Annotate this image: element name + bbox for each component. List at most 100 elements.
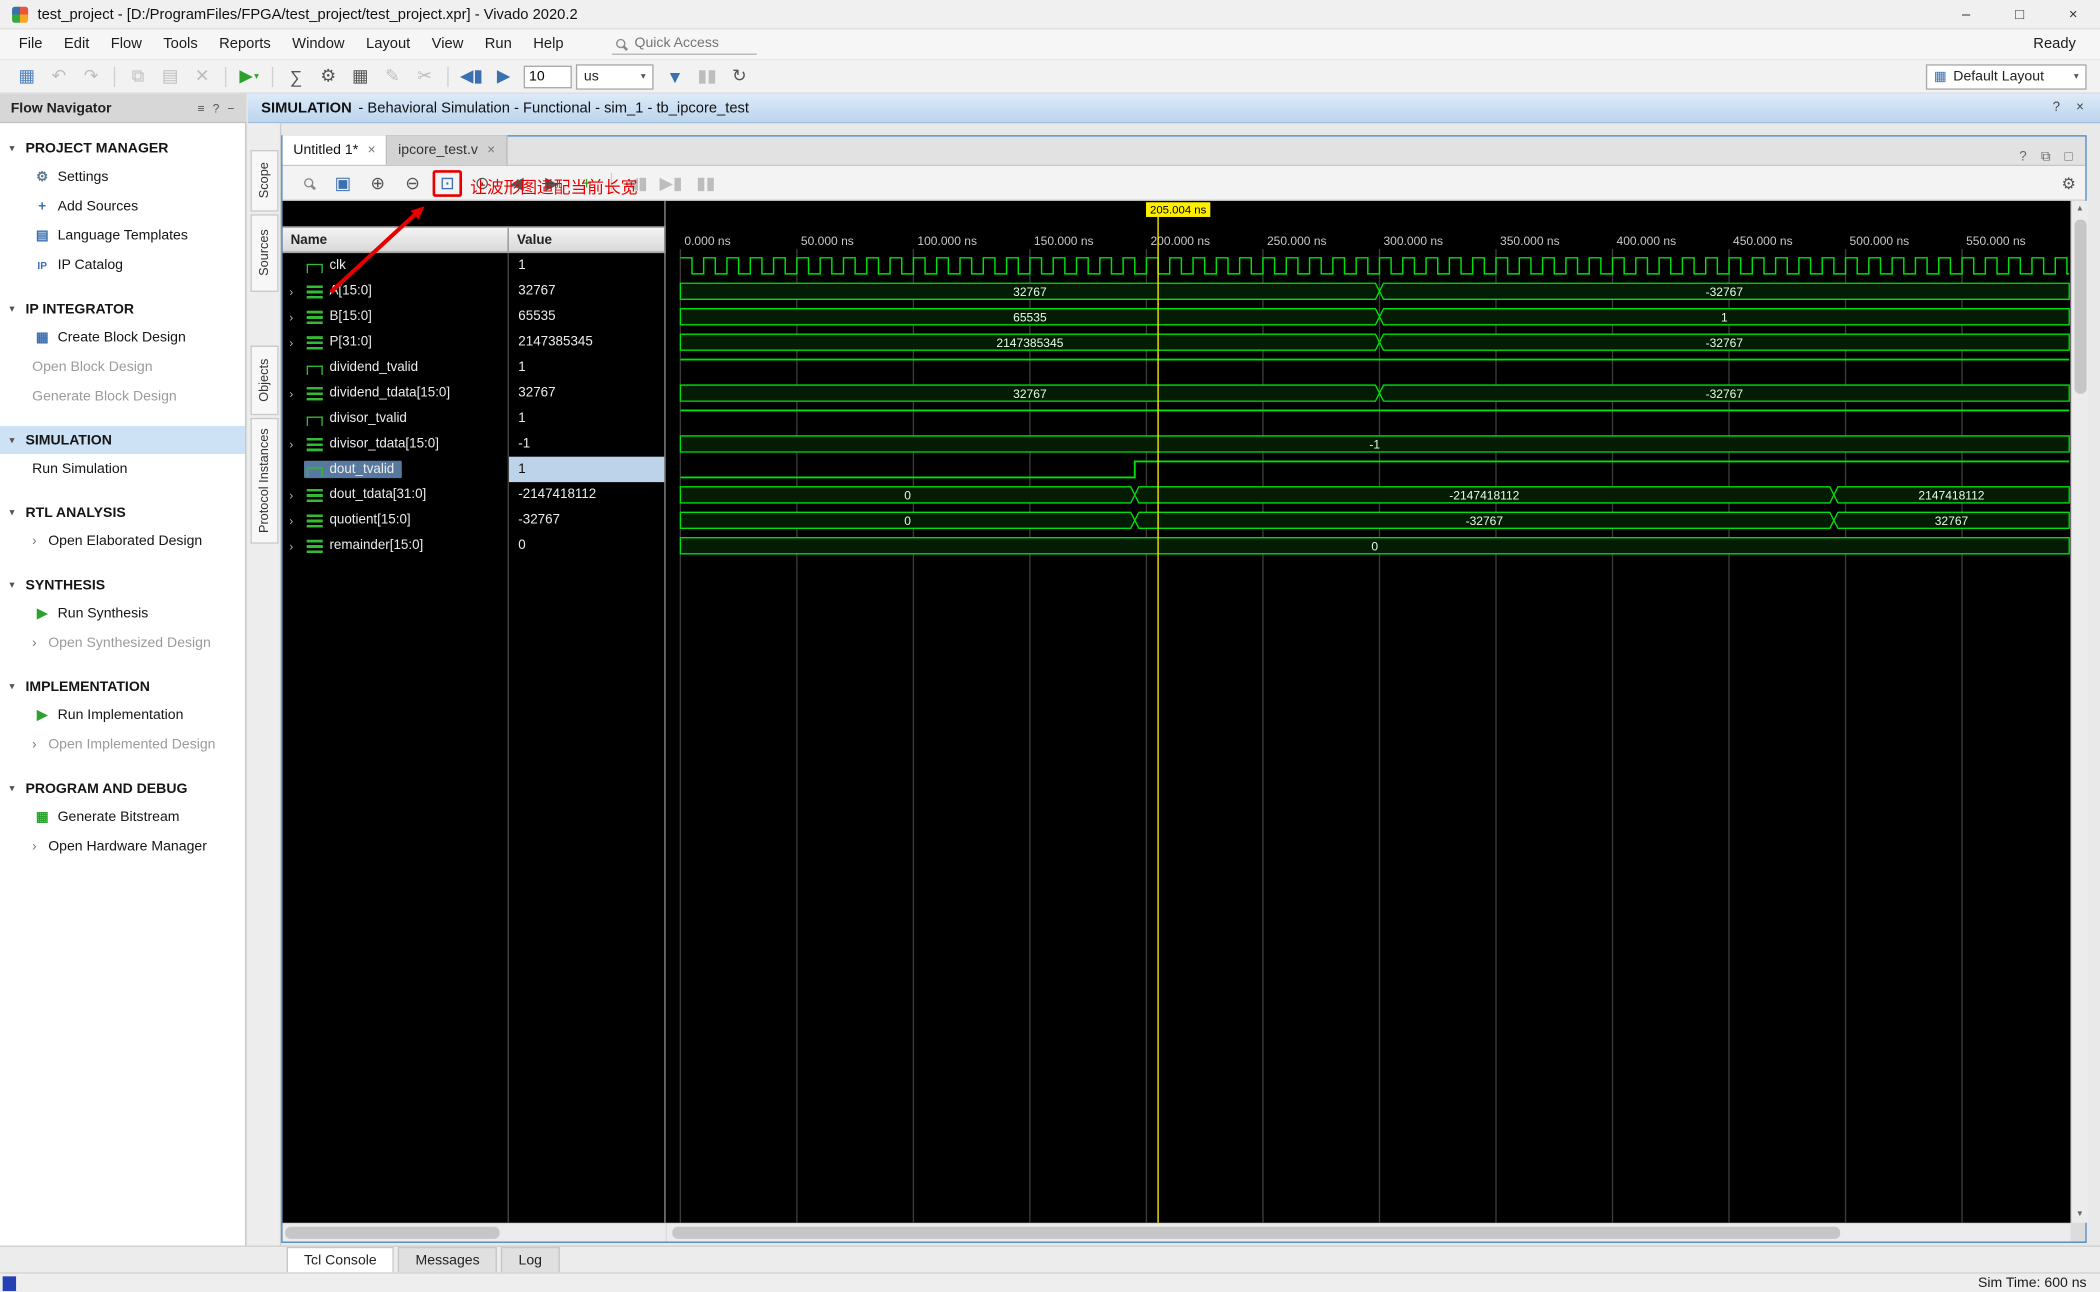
flow-section-program-and-debug[interactable]: ▾ PROGRAM AND DEBUG (0, 774, 245, 802)
menu-item-flow[interactable]: Flow (100, 32, 153, 56)
signal-row-dout-tvalid[interactable]: dout_tvalid (283, 457, 508, 482)
flow-item-settings[interactable]: ⚙ Settings (0, 162, 245, 191)
quick-access-input[interactable] (631, 33, 745, 53)
run-button[interactable]: ▶ ▾ (236, 63, 263, 90)
zoom-out-icon[interactable]: ⊖ (398, 169, 427, 196)
minimize-button[interactable]: – (1939, 0, 1993, 29)
maximize-icon[interactable]: □ (2057, 150, 2080, 165)
editor-tab-untitled-1[interactable]: Untitled 1* × (282, 135, 388, 165)
signal-row-dividend-tdata-15-0[interactable]: › dividend_tdata[15:0] (283, 380, 508, 405)
run-all-icon[interactable]: ▶ (490, 63, 517, 90)
runtime-unit-select[interactable]: us ▾ (575, 63, 654, 90)
zoom-fit-icon[interactable]: ⊡ (432, 169, 463, 197)
expander-icon[interactable]: › (289, 539, 304, 552)
menu-item-edit[interactable]: Edit (53, 32, 100, 56)
expander-icon[interactable]: › (289, 285, 304, 298)
flow-item-generate-bitstream[interactable]: ▦ Generate Bitstream (0, 802, 245, 831)
flow-item-add-sources[interactable]: + Add Sources (0, 192, 245, 221)
signal-row-dividend-tvalid[interactable]: dividend_tvalid (283, 355, 508, 380)
relaunch-icon[interactable]: ↻ (726, 63, 753, 90)
flow-item-language-templates[interactable]: ▤ Language Templates (0, 221, 245, 250)
vertical-scrollbar[interactable]: ▲ ▼ (2070, 200, 2088, 1223)
open-recent-icon[interactable]: ▦ (13, 63, 40, 90)
flow-section-ip-integrator[interactable]: ▾ IP INTEGRATOR (0, 295, 245, 323)
flow-item-ip-catalog[interactable]: IP IP Catalog (0, 250, 245, 279)
settings-gear-icon[interactable]: ⚙ (315, 63, 342, 90)
bottom-tab-log[interactable]: Log (501, 1246, 560, 1273)
flow-item-open-elaborated-design[interactable]: › Open Elaborated Design (0, 526, 245, 555)
name-column-header[interactable]: Name (282, 226, 509, 254)
menu-item-reports[interactable]: Reports (208, 32, 281, 56)
expander-icon[interactable]: › (289, 514, 304, 527)
names-scroll-thumb[interactable] (285, 1226, 500, 1239)
side-tab-objects[interactable]: Objects (250, 345, 279, 416)
report-icon[interactable]: ∑ (283, 63, 310, 90)
wave-horizontal-scrollbar[interactable] (666, 1224, 2071, 1242)
save-waveform-icon[interactable]: ▣ (328, 169, 357, 196)
scroll-down-icon[interactable]: ▼ (2072, 1207, 2088, 1223)
side-tab-sources[interactable]: Sources (250, 214, 279, 292)
maximize-button[interactable]: □ (1993, 0, 2047, 29)
expander-icon[interactable]: › (289, 386, 304, 399)
zoom-in-icon[interactable]: ⊕ (363, 169, 392, 196)
float-icon[interactable]: ⧉ (2034, 150, 2057, 165)
wave-settings-gear-icon[interactable]: ⚙ (2061, 174, 2075, 193)
name-value-splitter[interactable] (507, 253, 509, 1223)
menu-item-layout[interactable]: Layout (355, 32, 421, 56)
flow-item-run-simulation[interactable]: Run Simulation (0, 454, 245, 483)
flow-section-simulation[interactable]: ▾ SIMULATION (0, 425, 246, 455)
close-button[interactable]: × (2046, 0, 2100, 29)
help-icon[interactable]: ? (2012, 150, 2035, 165)
side-tab-scope[interactable]: Scope (250, 150, 279, 212)
vertical-scroll-thumb[interactable] (2074, 219, 2087, 394)
flow-section-rtl-analysis[interactable]: ▾ RTL ANALYSIS (0, 498, 245, 526)
side-tab-protocol-instances[interactable]: Protocol Instances (250, 417, 279, 544)
signal-row-a-15-0[interactable]: › A[15:0] (283, 279, 508, 304)
find-icon[interactable] (293, 169, 322, 196)
collapse-icon[interactable]: − (223, 101, 238, 114)
wave-scroll-thumb[interactable] (672, 1226, 1841, 1239)
run-for-icon[interactable]: ▼ (662, 63, 689, 90)
menu-item-tools[interactable]: Tools (153, 32, 209, 56)
signal-row-divisor-tvalid[interactable]: divisor_tvalid (283, 406, 508, 431)
bottom-tab-tcl-console[interactable]: Tcl Console (286, 1246, 395, 1273)
quick-access-search[interactable] (611, 33, 757, 55)
close-icon[interactable]: × (368, 143, 376, 158)
signal-row-quotient-15-0[interactable]: › quotient[15:0] (283, 508, 508, 533)
menu-item-help[interactable]: Help (523, 32, 575, 56)
flow-section-synthesis[interactable]: ▾ SYNTHESIS (0, 571, 245, 599)
menu-item-file[interactable]: File (8, 32, 53, 56)
value-column-header[interactable]: Value (508, 226, 666, 254)
flow-section-implementation[interactable]: ▾ IMPLEMENTATION (0, 672, 245, 700)
restart-sim-icon[interactable]: ◀▮ (458, 63, 485, 90)
close-icon[interactable]: × (2068, 100, 2092, 115)
signal-row-remainder-15-0[interactable]: › remainder[15:0] (283, 533, 508, 558)
editor-tab-ipcore-test-v[interactable]: ipcore_test.v × (387, 135, 508, 165)
help-icon[interactable]: ? (209, 101, 224, 114)
dashboard-icon[interactable]: ▦ (347, 63, 374, 90)
flow-item-run-synthesis[interactable]: ▶ Run Synthesis (0, 599, 245, 628)
layout-toggle-icon[interactable]: ≡ (193, 101, 208, 114)
names-horizontal-scrollbar[interactable] (282, 1224, 666, 1242)
simulation-runtime-input[interactable] (523, 64, 572, 88)
menu-item-view[interactable]: View (421, 32, 474, 56)
menu-item-window[interactable]: Window (281, 32, 355, 56)
signal-row-b-15-0[interactable]: › B[15:0] (283, 304, 508, 329)
scroll-up-icon[interactable]: ▲ (2072, 201, 2088, 217)
flow-item-create-block-design[interactable]: ▦ Create Block Design (0, 323, 245, 352)
menu-item-run[interactable]: Run (474, 32, 522, 56)
waveform-canvas[interactable]: 0.000 ns 50.000 ns 100.000 ns 150.000 ns 200… (666, 201, 2071, 1223)
flow-item-open-hardware-manager[interactable]: › Open Hardware Manager (0, 832, 245, 861)
flow-section-project-manager[interactable]: ▾ PROJECT MANAGER (0, 134, 245, 162)
layout-select[interactable]: ▦ Default Layout ▾ (1925, 63, 2087, 90)
expander-icon[interactable]: › (289, 437, 304, 450)
flow-item-run-implementation[interactable]: ▶ Run Implementation (0, 700, 245, 729)
close-icon[interactable]: × (487, 143, 495, 158)
signal-row-clk[interactable]: clk (283, 253, 508, 278)
signal-row-dout-tdata-31-0[interactable]: › dout_tdata[31:0] (283, 482, 508, 507)
expander-icon[interactable]: › (289, 310, 304, 323)
signal-row-divisor-tdata-15-0[interactable]: › divisor_tdata[15:0] (283, 431, 508, 456)
help-icon[interactable]: ? (2045, 100, 2069, 115)
expander-icon[interactable]: › (289, 335, 304, 348)
expander-icon[interactable]: › (289, 488, 304, 501)
